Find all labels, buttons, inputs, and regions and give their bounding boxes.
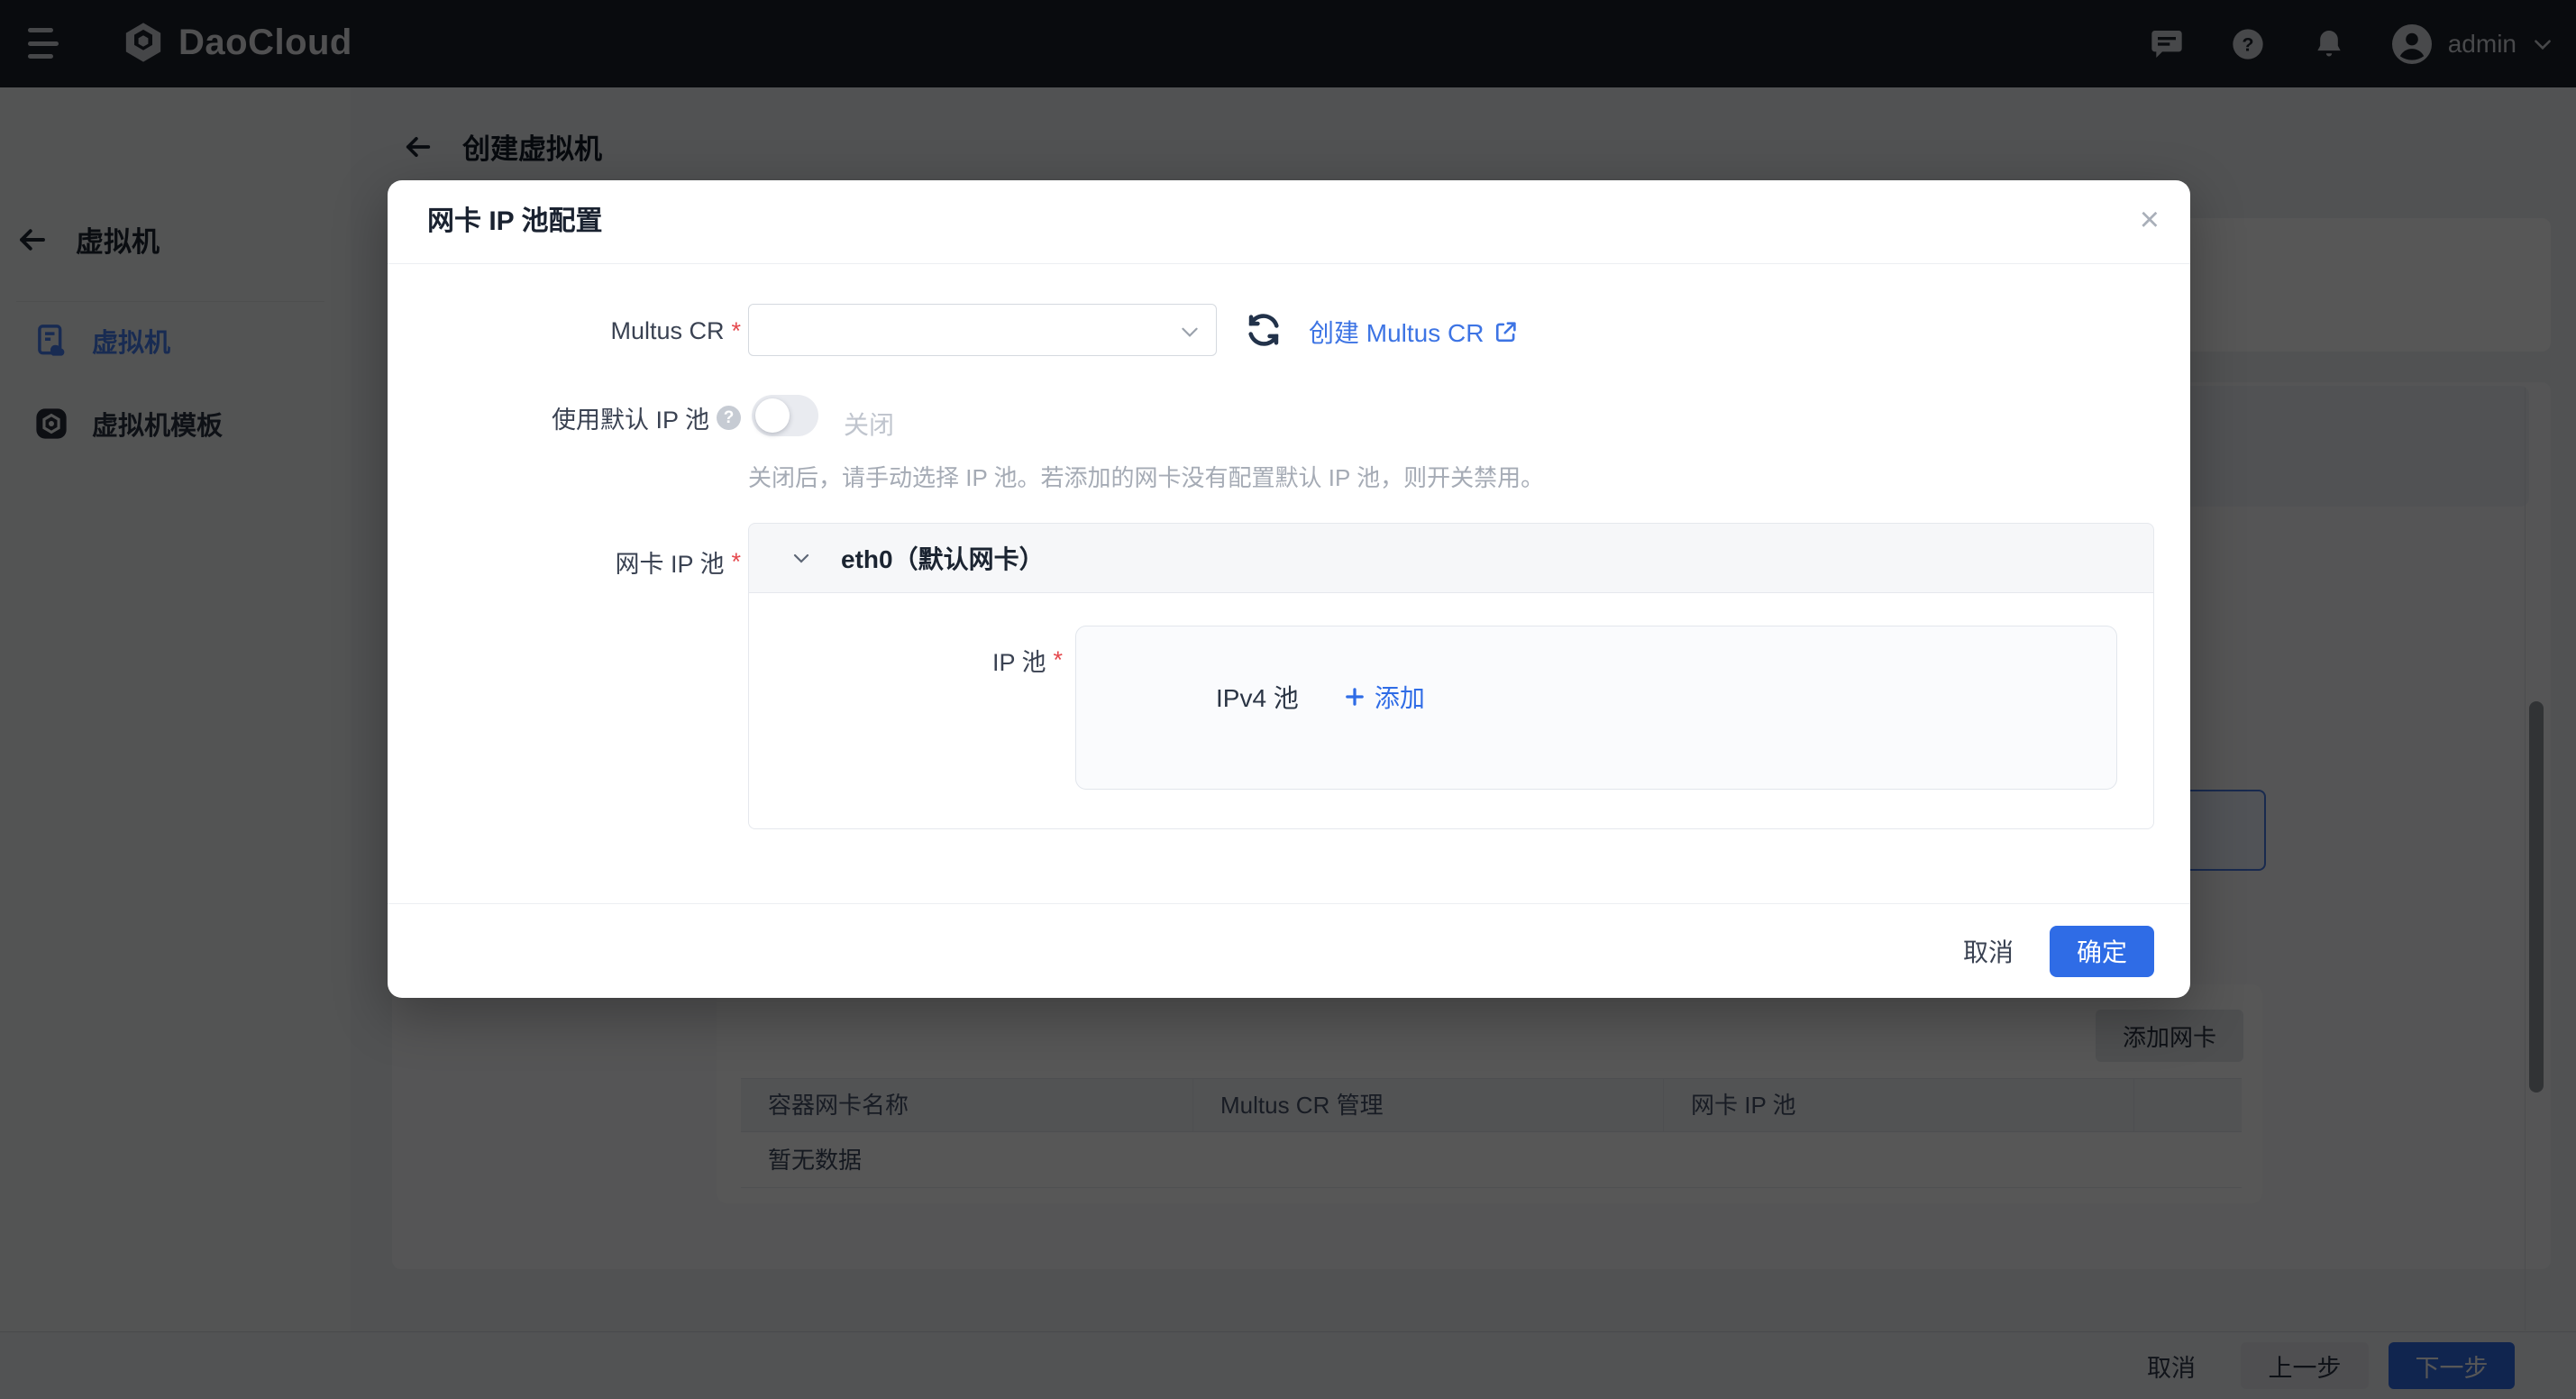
modal-footer: 取消 确定 <box>388 903 2190 998</box>
close-icon[interactable]: × <box>2140 200 2160 240</box>
default-pool-label: 使用默认 IP 池 ? <box>388 400 741 435</box>
ipv4-pool-label: IPv4 池 <box>1216 679 1299 715</box>
multus-cr-select[interactable] <box>748 304 1217 356</box>
refresh-icon[interactable] <box>1244 310 1283 350</box>
ip-pool-box: IPv4 池 添加 <box>1075 626 2117 790</box>
nic-ip-pool-modal: 网卡 IP 池配置 × Multus CR* 创建 Multus CR <box>388 180 2190 998</box>
multus-cr-label: Multus CR* <box>388 317 741 345</box>
add-ipv4-pool-link[interactable]: 添加 <box>1342 679 1425 715</box>
default-pool-toggle[interactable] <box>752 395 818 436</box>
toggle-knob <box>755 398 790 433</box>
plus-icon <box>1342 684 1367 709</box>
nic-pool-label: 网卡 IP 池* <box>388 544 741 580</box>
nic-pool-panel-header[interactable]: eth0（默认网卡） <box>748 523 2154 593</box>
default-pool-helper-text: 关闭后，请手动选择 IP 池。若添加的网卡没有配置默认 IP 池，则开关禁用。 <box>748 460 2064 493</box>
chevron-down-icon <box>1178 320 1201 343</box>
external-link-icon <box>1493 318 1520 345</box>
nic-pool-panel-title: eth0（默认网卡） <box>841 540 1045 576</box>
nic-pool-panel: eth0（默认网卡） IP 池* IPv4 池 <box>748 523 2154 829</box>
modal-cancel-button[interactable]: 取消 <box>1963 933 2014 969</box>
modal-confirm-button[interactable]: 确定 <box>2050 926 2154 977</box>
create-multus-cr-link[interactable]: 创建 Multus CR <box>1309 314 1520 350</box>
ip-pool-label: IP 池* <box>749 643 1063 678</box>
modal-header: 网卡 IP 池配置 × <box>388 180 2190 264</box>
nic-pool-panel-body: IP 池* IPv4 池 添加 <box>748 593 2154 829</box>
screen: DaoCloud ? <box>0 0 2576 1399</box>
chevron-down-icon <box>790 547 812 569</box>
modal-title: 网卡 IP 池配置 <box>427 180 602 263</box>
toggle-state-text: 关闭 <box>844 406 894 442</box>
help-circle-icon[interactable]: ? <box>717 406 741 430</box>
